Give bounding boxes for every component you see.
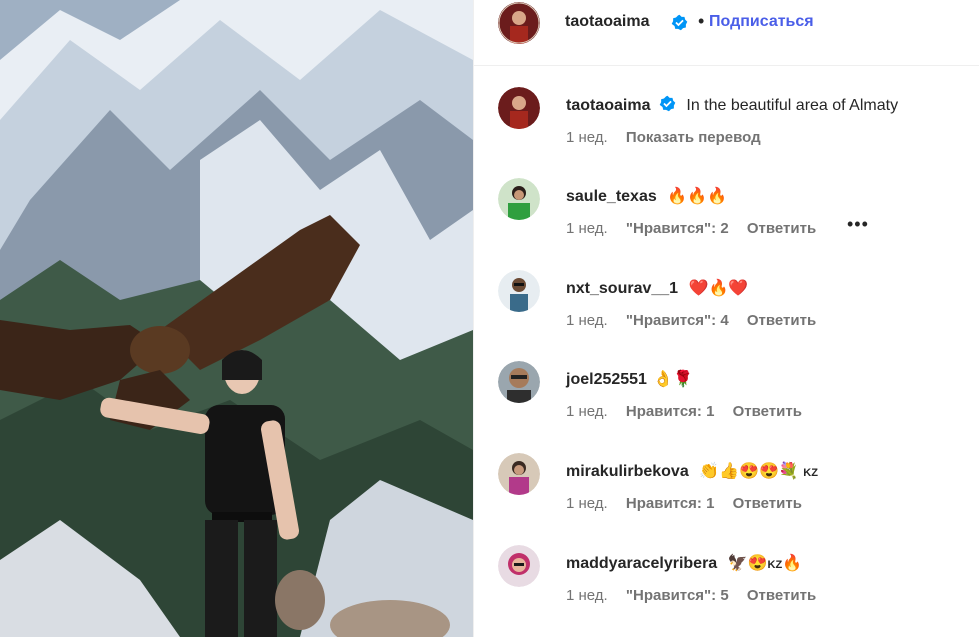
comment-text: 👌🌹 [653,371,694,388]
comment-text-suffix: 🔥 [782,555,803,572]
comment-time[interactable]: 1 нед. [566,220,608,237]
comment-text: 👏👍😍😍💐 [699,463,799,480]
comment-time[interactable]: 1 нед. [566,495,608,512]
avatar[interactable] [498,2,540,44]
comment-item: joel252551 👌🌹 1 нед. Нравится: 1 Ответит… [474,361,979,441]
avatar[interactable] [498,545,540,587]
caption-text: In the beautiful area of Almaty [686,97,899,115]
comment-text: ❤️🔥❤️ [688,280,749,297]
kz-flag-icon: KZ [767,559,783,571]
likes-count[interactable]: "Нравится": 5 [626,587,729,604]
likes-count[interactable]: Нравится: 1 [626,403,715,420]
comment-username[interactable]: maddyaracelyribera [566,555,717,572]
comment-username[interactable]: saule_texas [566,188,657,205]
comments-panel: taotaoaima • Подписаться taotaoaima In t… [473,0,979,637]
avatar[interactable] [498,361,540,403]
comment-time[interactable]: 1 нед. [566,312,608,329]
avatar[interactable] [498,453,540,495]
reply-button[interactable]: Ответить [733,403,802,420]
post-photo[interactable] [0,0,473,637]
comment-text: 🦅😍 [727,555,768,572]
comment-item: maddyaracelyribera 🦅😍KZ🔥 1 нед. "Нравитс… [474,545,979,625]
comment-username[interactable]: nxt_sourav__1 [566,280,678,297]
reply-button[interactable]: Ответить [747,312,816,329]
separator-dot: • [698,11,705,31]
comment-item: nxt_sourav__1 ❤️🔥❤️ 1 нед. "Нравится": 4… [474,270,979,350]
avatar[interactable] [498,270,540,312]
comment-username[interactable]: mirakulirbekova [566,463,689,480]
comment-time[interactable]: 1 нед. [566,403,608,420]
caption-username[interactable]: taotaoaima [566,97,650,114]
verified-badge-icon [659,95,676,117]
comment-item: mirakulirbekova 👏👍😍😍💐 KZ 1 нед. Нравится… [474,453,979,533]
likes-count[interactable]: "Нравится": 2 [626,220,729,237]
show-translation-button[interactable]: Показать перевод [626,129,761,146]
verified-badge-icon [671,14,688,36]
comment-username[interactable]: joel252551 [566,371,647,388]
reply-button[interactable]: Ответить [747,220,816,237]
reply-button[interactable]: Ответить [747,587,816,604]
avatar[interactable] [498,87,540,129]
more-options-icon[interactable]: ••• [847,214,869,235]
avatar[interactable] [498,178,540,220]
comment-time[interactable]: 1 нед. [566,587,608,604]
photo-scene [0,0,473,637]
kz-flag-icon: KZ [803,467,818,479]
follow-button[interactable]: Подписаться [709,13,814,31]
post-header: taotaoaima • Подписаться [474,0,979,66]
caption: taotaoaima In the beautiful area of Alma… [474,87,979,167]
reply-button[interactable]: Ответить [733,495,802,512]
caption-time[interactable]: 1 нед. [566,129,608,146]
comment-text: 🔥🔥🔥 [667,188,727,205]
likes-count[interactable]: "Нравится": 4 [626,312,729,329]
comment-item: saule_texas 🔥🔥🔥 1 нед. "Нравится": 2 Отв… [474,178,979,258]
likes-count[interactable]: Нравится: 1 [626,495,715,512]
header-username[interactable]: taotaoaima [565,13,649,31]
